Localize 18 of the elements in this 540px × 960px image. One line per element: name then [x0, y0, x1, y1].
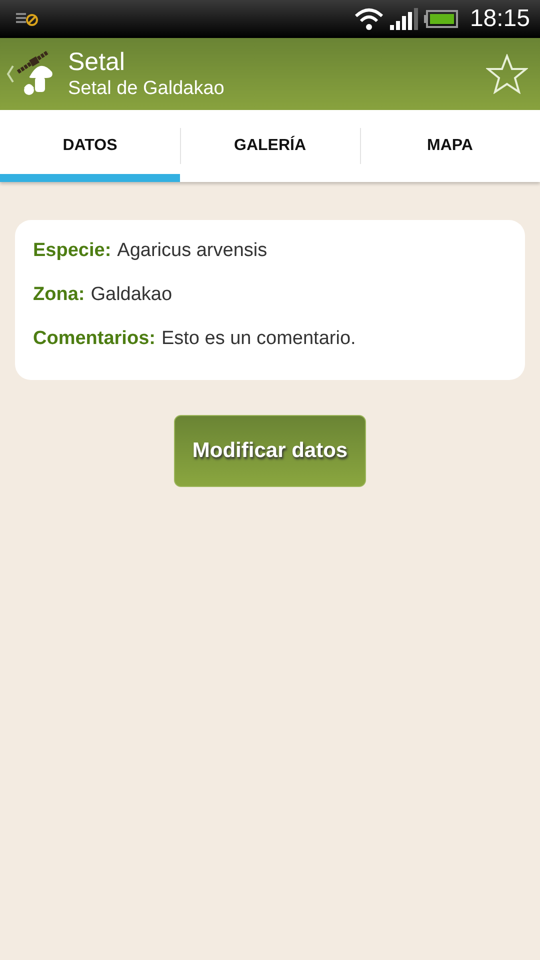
- battery-icon: [424, 10, 458, 28]
- field-label: Zona:: [33, 284, 85, 306]
- tab[interactable]: DATOS: [0, 110, 180, 182]
- field-value: Esto es un comentario.: [161, 328, 356, 350]
- app-title: Setal: [68, 47, 126, 77]
- app-subtitle: Setal de Galdakao: [68, 77, 224, 101]
- tab[interactable]: GALERÍA: [180, 110, 360, 182]
- tab[interactable]: MAPA: [360, 110, 540, 182]
- notification-icon: [16, 12, 38, 26]
- back-chevron-icon: [6, 65, 14, 83]
- field-label: Especie:: [33, 240, 112, 262]
- field-value: Agaricus arvensis: [117, 240, 268, 262]
- favorite-button[interactable]: [486, 54, 528, 94]
- signal-icon: [390, 8, 418, 30]
- wifi-icon: [354, 7, 384, 31]
- field-label: Comentarios:: [33, 328, 156, 350]
- clock-time: 18:15: [470, 5, 530, 33]
- field-value: Galdakao: [90, 284, 172, 306]
